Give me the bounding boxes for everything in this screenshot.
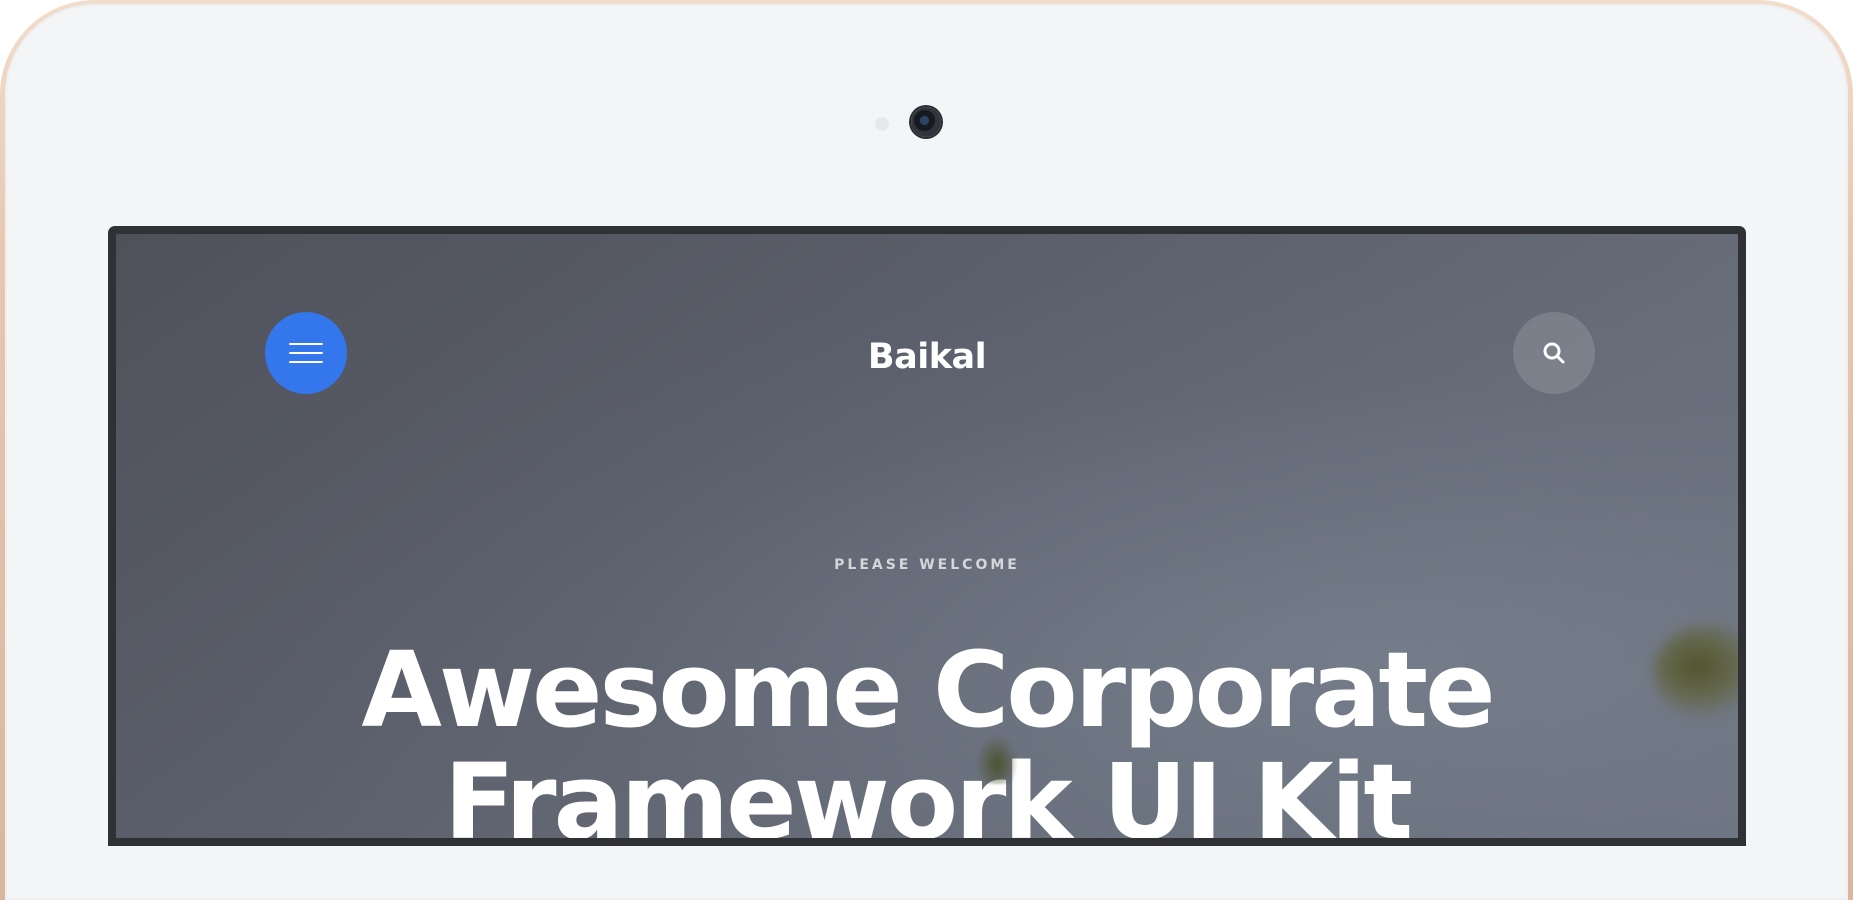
tablet-device: Baikal PLEASE WELCOME Awesome Corporate … <box>0 0 1853 900</box>
hero-eyebrow: PLEASE WELCOME <box>834 557 1020 573</box>
light-sensor <box>875 117 889 131</box>
hero-headline-line-1: Awesome Corporate <box>361 629 1495 751</box>
tablet-screen-frame: Baikal PLEASE WELCOME Awesome Corporate … <box>108 226 1746 846</box>
palm-top-image <box>976 734 1018 784</box>
landing-page-screen: Baikal PLEASE WELCOME Awesome Corporate … <box>116 234 1738 838</box>
brand-logo-text[interactable]: Baikal <box>116 337 1738 377</box>
tablet-bezel: Baikal PLEASE WELCOME Awesome Corporate … <box>5 4 1848 900</box>
hero-headline-line-2: Framework UI Kit <box>443 741 1413 838</box>
hero-headline: Awesome Corporate Framework UI Kit <box>116 634 1738 838</box>
search-icon <box>1543 342 1565 364</box>
search-button[interactable] <box>1513 312 1595 394</box>
front-camera-icon <box>911 107 941 137</box>
